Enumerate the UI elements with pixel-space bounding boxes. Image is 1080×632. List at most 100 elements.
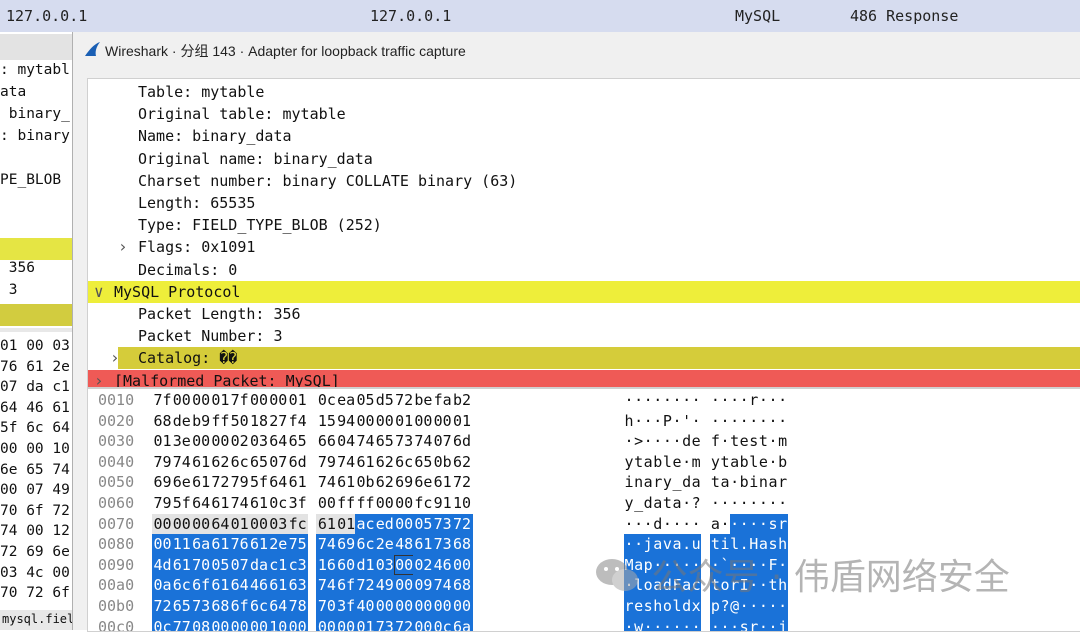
hex-byte[interactable]: 04 [336,431,357,452]
ascii-char[interactable]: r [777,513,788,535]
ascii-char[interactable]: · [624,431,634,452]
hex-byte[interactable]: 00 [374,493,395,514]
ascii-char[interactable]: e [672,452,682,473]
hex-byte[interactable]: 3f [335,596,357,617]
ascii-char[interactable]: d [681,596,692,617]
hex-byte[interactable]: 00 [249,390,270,411]
hex-byte[interactable]: 64 [268,431,289,452]
ascii-char[interactable]: d [653,514,663,535]
hex-byte[interactable]: 79 [316,452,337,473]
detail-row[interactable]: Original table: mytable [88,103,1080,125]
hex-byte[interactable]: 78 [287,596,309,617]
ascii-char[interactable]: · [758,390,768,411]
hex-byte[interactable]: 07 [268,452,289,473]
hex-byte[interactable]: 74 [316,472,337,493]
hex-byte[interactable]: 6e [171,472,192,493]
ascii-char[interactable]: e [758,452,768,473]
ascii-char[interactable]: > [634,431,644,452]
ascii-char[interactable]: · [634,390,644,411]
ascii-char[interactable]: · [739,493,749,514]
ascii-char[interactable]: · [643,390,653,411]
ascii-char[interactable]: l [672,596,682,617]
ascii-char[interactable]: · [672,390,682,411]
detail-row[interactable]: Packet Number: 3 [88,325,1080,347]
hex-byte[interactable]: 74 [171,452,192,473]
hex-byte[interactable]: 73 [432,513,454,535]
hex-byte[interactable]: 74 [336,452,357,473]
hex-byte[interactable]: c1 [267,554,289,576]
hex-byte[interactable]: 62 [374,472,395,493]
hex-byte[interactable]: 02 [229,431,250,452]
hex-byte[interactable]: 01 [229,513,251,535]
hex-byte[interactable]: 79 [152,493,173,514]
hex-byte[interactable]: 74 [355,431,376,452]
ascii-char[interactable]: h [624,411,634,432]
hex-byte[interactable]: 62 [210,452,231,473]
ascii-char[interactable]: m [778,431,788,452]
detail-row[interactable]: Packet Length: 356 [88,303,1080,325]
ascii-char[interactable]: b [778,452,788,473]
ascii-char[interactable]: · [662,514,672,535]
ascii-char[interactable]: · [682,514,692,535]
hex-byte[interactable]: 94 [336,411,357,432]
hex-byte[interactable]: 73 [432,534,454,555]
hex-byte[interactable]: b2 [452,390,473,411]
ascii-char[interactable]: t [720,452,730,473]
hex-byte[interactable]: ea [336,390,357,411]
hex-byte[interactable]: 27 [268,411,289,432]
hex-byte[interactable]: ff [355,493,376,514]
ascii-char[interactable]: r [749,390,759,411]
hex-byte[interactable]: 3e [171,431,192,452]
ascii-char[interactable]: · [720,493,730,514]
hex-row[interactable]: 0060 79 5f 64 61 74 61 0c 3f 00 ff ff 00 00 fc 91 10 y _ d a… [88,493,1080,514]
hex-byte[interactable]: 07 [432,431,453,452]
ascii-char[interactable]: y [624,493,634,514]
ascii-char[interactable]: · [778,493,788,514]
hex-byte[interactable]: 00 [393,554,415,576]
background-packet-row[interactable]: 127.0.0.1 127.0.0.1 MySQL 486 Response [0,0,1080,32]
hex-byte[interactable]: 70 [190,554,212,576]
hex-byte[interactable]: 00 [152,513,173,535]
hex-byte[interactable]: 00 [451,554,473,576]
hex-byte[interactable]: 00 [210,431,231,452]
hex-byte[interactable]: 68 [451,575,473,596]
hex-byte[interactable]: 6f [335,575,357,596]
hex-byte[interactable]: 72 [452,472,473,493]
ascii-char[interactable]: · [730,390,740,411]
ascii-char[interactable]: · [758,411,768,432]
ascii-char[interactable]: s [749,431,759,452]
chevron-right-icon[interactable]: › [110,347,120,369]
ascii-char[interactable]: · [739,390,749,411]
hex-byte[interactable]: 61 [248,534,270,555]
ascii-char[interactable]: p [710,596,721,617]
hex-byte[interactable]: 6d [287,452,308,473]
hex-byte[interactable]: d1 [355,554,376,576]
ascii-char[interactable]: · [710,390,720,411]
hex-byte[interactable]: 00 [268,390,289,411]
ascii-char[interactable]: · [653,390,663,411]
ascii-char[interactable]: ? [691,493,701,514]
hex-byte[interactable]: 74 [316,534,338,555]
hex-byte[interactable]: 60 [335,554,357,576]
hex-byte[interactable]: 48 [393,534,415,555]
expand-down-icon[interactable]: ∨ [94,281,104,303]
hex-byte[interactable]: 00 [191,431,212,452]
ascii-char[interactable]: a [710,514,720,535]
ascii-char[interactable]: _ [672,472,682,493]
ascii-char[interactable]: · [768,390,778,411]
ascii-char[interactable]: y [662,472,672,493]
hex-byte[interactable]: 66 [316,431,337,452]
hex-byte[interactable]: 64 [268,472,289,493]
ascii-char[interactable]: · [778,411,788,432]
hex-byte[interactable]: 00 [394,493,415,514]
ascii-char[interactable]: · [739,596,750,617]
hex-byte[interactable]: 00 [393,513,415,535]
hex-byte[interactable]: 76 [229,534,251,555]
hex-byte[interactable]: 00 [451,596,473,617]
hex-byte[interactable]: 69 [394,472,415,493]
detail-row[interactable]: › Catalog: �� [110,347,1080,370]
hex-byte[interactable]: 18 [249,411,270,432]
ascii-char[interactable]: · [758,513,769,535]
ascii-char[interactable]: · [672,514,682,535]
hex-byte[interactable]: 02 [412,554,434,576]
